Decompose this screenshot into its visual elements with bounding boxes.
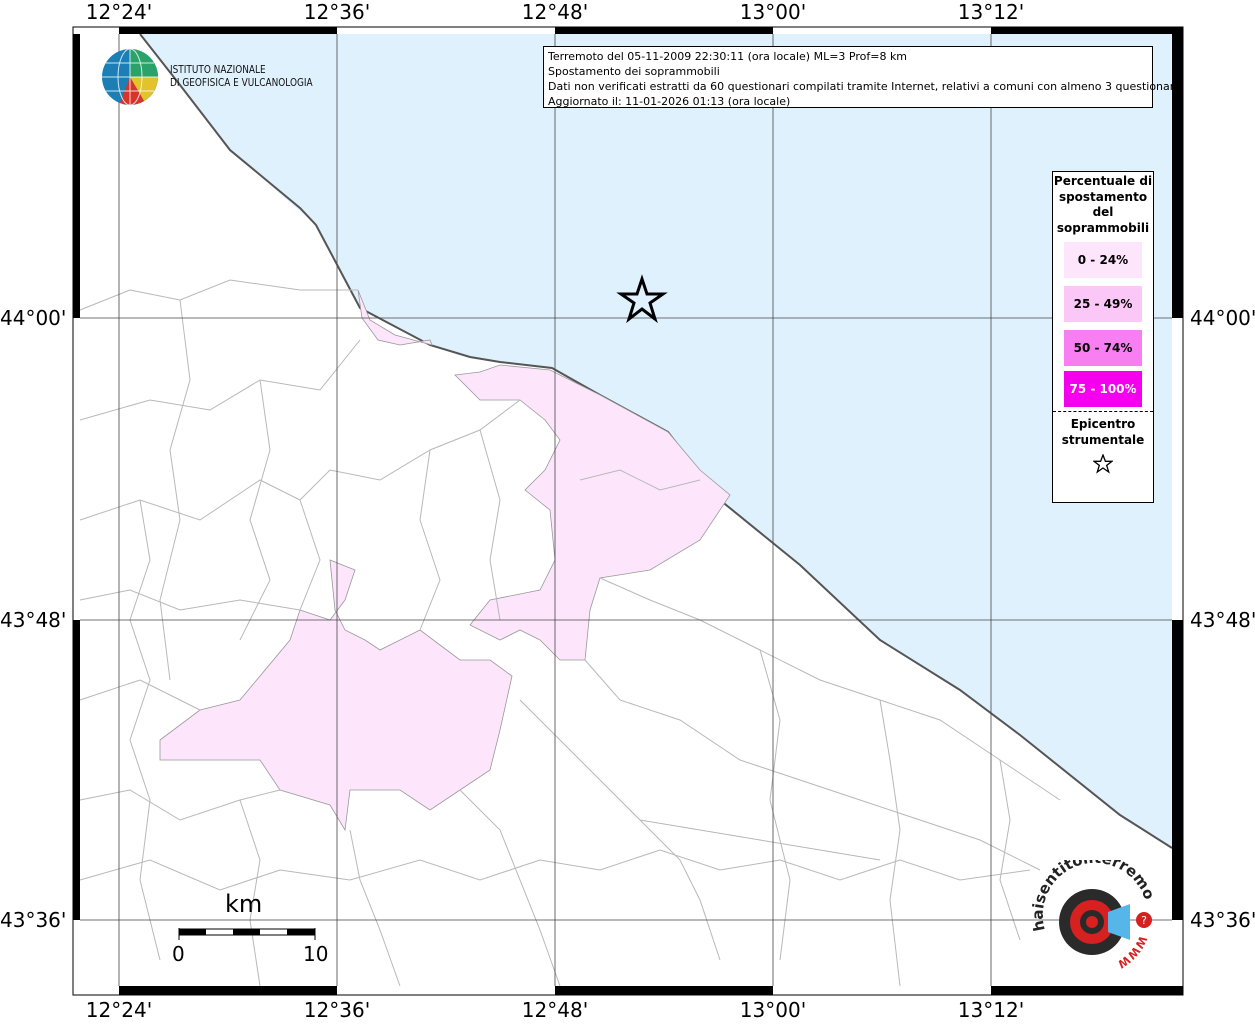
- top-lon-label: 12°48': [521, 0, 589, 24]
- top-lon-label: 12°36': [303, 0, 371, 24]
- event-data-note: Dati non verificati estratti da 60 quest…: [548, 80, 1181, 93]
- left-lat-label: 43°48': [0, 608, 67, 632]
- legend-class-swatch: 25 - 49%: [1064, 286, 1142, 322]
- event-subtitle: Spostamento dei soprammobili: [548, 65, 720, 78]
- haisentito-www-text: WWW: [1115, 934, 1149, 971]
- right-lat-label: 44°00': [1190, 306, 1255, 330]
- svg-text:WWW: WWW: [1115, 934, 1149, 971]
- event-title: Terremoto del 05-11-2009 22:30:11 (ora l…: [548, 50, 908, 63]
- top-lon-label: 13°12': [957, 0, 1025, 24]
- left-lat-label: 44°00': [0, 306, 67, 330]
- left-lat-label: 43°36': [0, 908, 67, 932]
- legend-class-swatch: 0 - 24%: [1064, 242, 1142, 278]
- epicenter-label: Epicentro strumentale: [1061, 417, 1145, 447]
- scale-bar-graphic: [178, 928, 316, 940]
- right-lat-label: 43°48': [1190, 608, 1255, 632]
- bottom-lon-label: 12°48': [521, 998, 589, 1022]
- legend-divider: [1053, 411, 1153, 412]
- legend-class-swatch: 50 - 74%: [1064, 330, 1142, 366]
- right-lat-label: 43°36': [1190, 908, 1255, 932]
- bottom-lon-label: 13°00': [739, 998, 807, 1022]
- top-lon-label: 12°24': [85, 0, 153, 24]
- epicenter-star-icon: [1093, 454, 1113, 474]
- scale-bar: km 0 10: [170, 890, 330, 970]
- top-lon-label: 13°00': [739, 0, 807, 24]
- ingv-name-line1: ISTITUTO NAZIONALE: [170, 64, 266, 76]
- legend-class-swatch: 75 - 100%: [1064, 371, 1142, 407]
- ingv-name: ISTITUTO NAZIONALE DI GEOFISICA E VULCAN…: [170, 64, 313, 90]
- legend: Percentuale di spostamento del soprammob…: [1052, 171, 1154, 503]
- event-update-time: Aggiornato il: 11-01-2026 01:13 (ora loc…: [548, 95, 791, 108]
- event-info-box: Terremoto del 05-11-2009 22:30:11 (ora l…: [543, 46, 1181, 108]
- bottom-lon-label: 13°12': [957, 998, 1025, 1022]
- bottom-lon-label: 12°24': [85, 998, 153, 1022]
- legend-title: Percentuale di spostamento del soprammob…: [1053, 174, 1153, 235]
- bottom-lon-label: 12°36': [303, 998, 371, 1022]
- scale-unit: km: [225, 890, 263, 918]
- haisentito-logo-icon: ? haisentitoilterremoto.it WWW: [1030, 860, 1158, 971]
- scale-max-label: 10: [303, 942, 329, 966]
- ingv-name-line2: DI GEOFISICA E VULCANOLOGIA: [170, 77, 313, 89]
- scale-min-label: 0: [172, 942, 185, 966]
- svg-text:?: ?: [1141, 914, 1147, 927]
